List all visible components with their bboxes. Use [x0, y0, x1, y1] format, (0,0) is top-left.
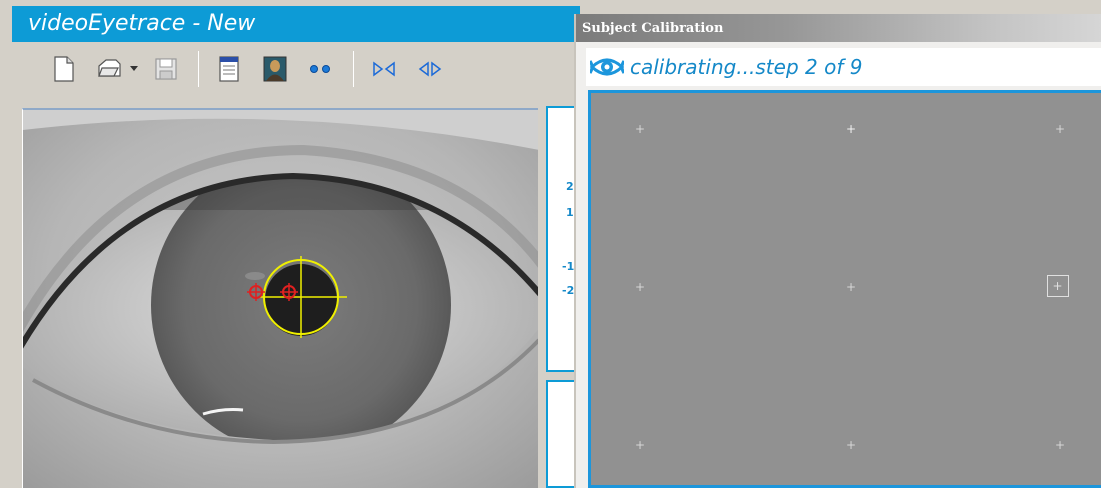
widen-button[interactable] — [414, 53, 446, 85]
open-file-icon — [98, 59, 121, 77]
toolbar-separator — [353, 51, 354, 87]
calibration-status-bar: calibrating...step 2 of 9 — [586, 48, 1101, 86]
new-button[interactable] — [48, 53, 80, 85]
new-file-icon — [54, 56, 74, 82]
axis-tick-label: -1 — [562, 260, 575, 273]
save-button[interactable] — [150, 53, 182, 85]
main-window: videoEyetrace - New 2 1 -1 -2 — [0, 0, 580, 488]
toolbar — [12, 46, 580, 92]
document-icon — [219, 56, 239, 82]
calibration-point: + — [845, 438, 857, 452]
toolbar-separator — [198, 51, 199, 87]
dropdown-arrow-icon — [130, 66, 138, 71]
glint-marker — [247, 283, 298, 301]
calibration-point: + — [634, 280, 646, 294]
calibration-window-title[interactable]: Subject Calibration — [576, 14, 1101, 42]
calibration-status-text: calibrating...step 2 of 9 — [630, 55, 863, 79]
calibration-window: Subject Calibration calibrating...step 2… — [574, 14, 1101, 488]
calibration-point: + — [1054, 122, 1066, 136]
calibration-point: + — [845, 122, 857, 136]
two-dots-icon — [310, 65, 330, 73]
widen-icon — [418, 61, 442, 77]
save-file-icon — [155, 58, 177, 80]
calibration-point: + — [634, 122, 646, 136]
calibration-target-current: + — [1047, 275, 1069, 297]
open-button[interactable] — [94, 53, 126, 85]
main-window-title: videoEyetrace - New — [12, 6, 580, 42]
image-icon — [263, 56, 287, 82]
document-button[interactable] — [213, 53, 245, 85]
open-dropdown[interactable] — [130, 53, 138, 85]
calibration-field[interactable]: + + + + + + + + + — [588, 90, 1101, 488]
calibration-point: + — [845, 280, 857, 294]
narrow-button[interactable] — [368, 53, 400, 85]
axis-tick-label: 2 — [566, 180, 574, 193]
image-button[interactable] — [259, 53, 291, 85]
axis-tick-label: -2 — [562, 284, 575, 297]
eye-video-view[interactable] — [22, 108, 538, 488]
calibration-point: + — [1054, 438, 1066, 452]
calibration-point: + — [634, 438, 646, 452]
two-dots-button[interactable] — [305, 53, 337, 85]
narrow-icon — [373, 61, 395, 77]
axis-tick-label: 1 — [566, 206, 574, 219]
eye-icon — [590, 58, 624, 76]
